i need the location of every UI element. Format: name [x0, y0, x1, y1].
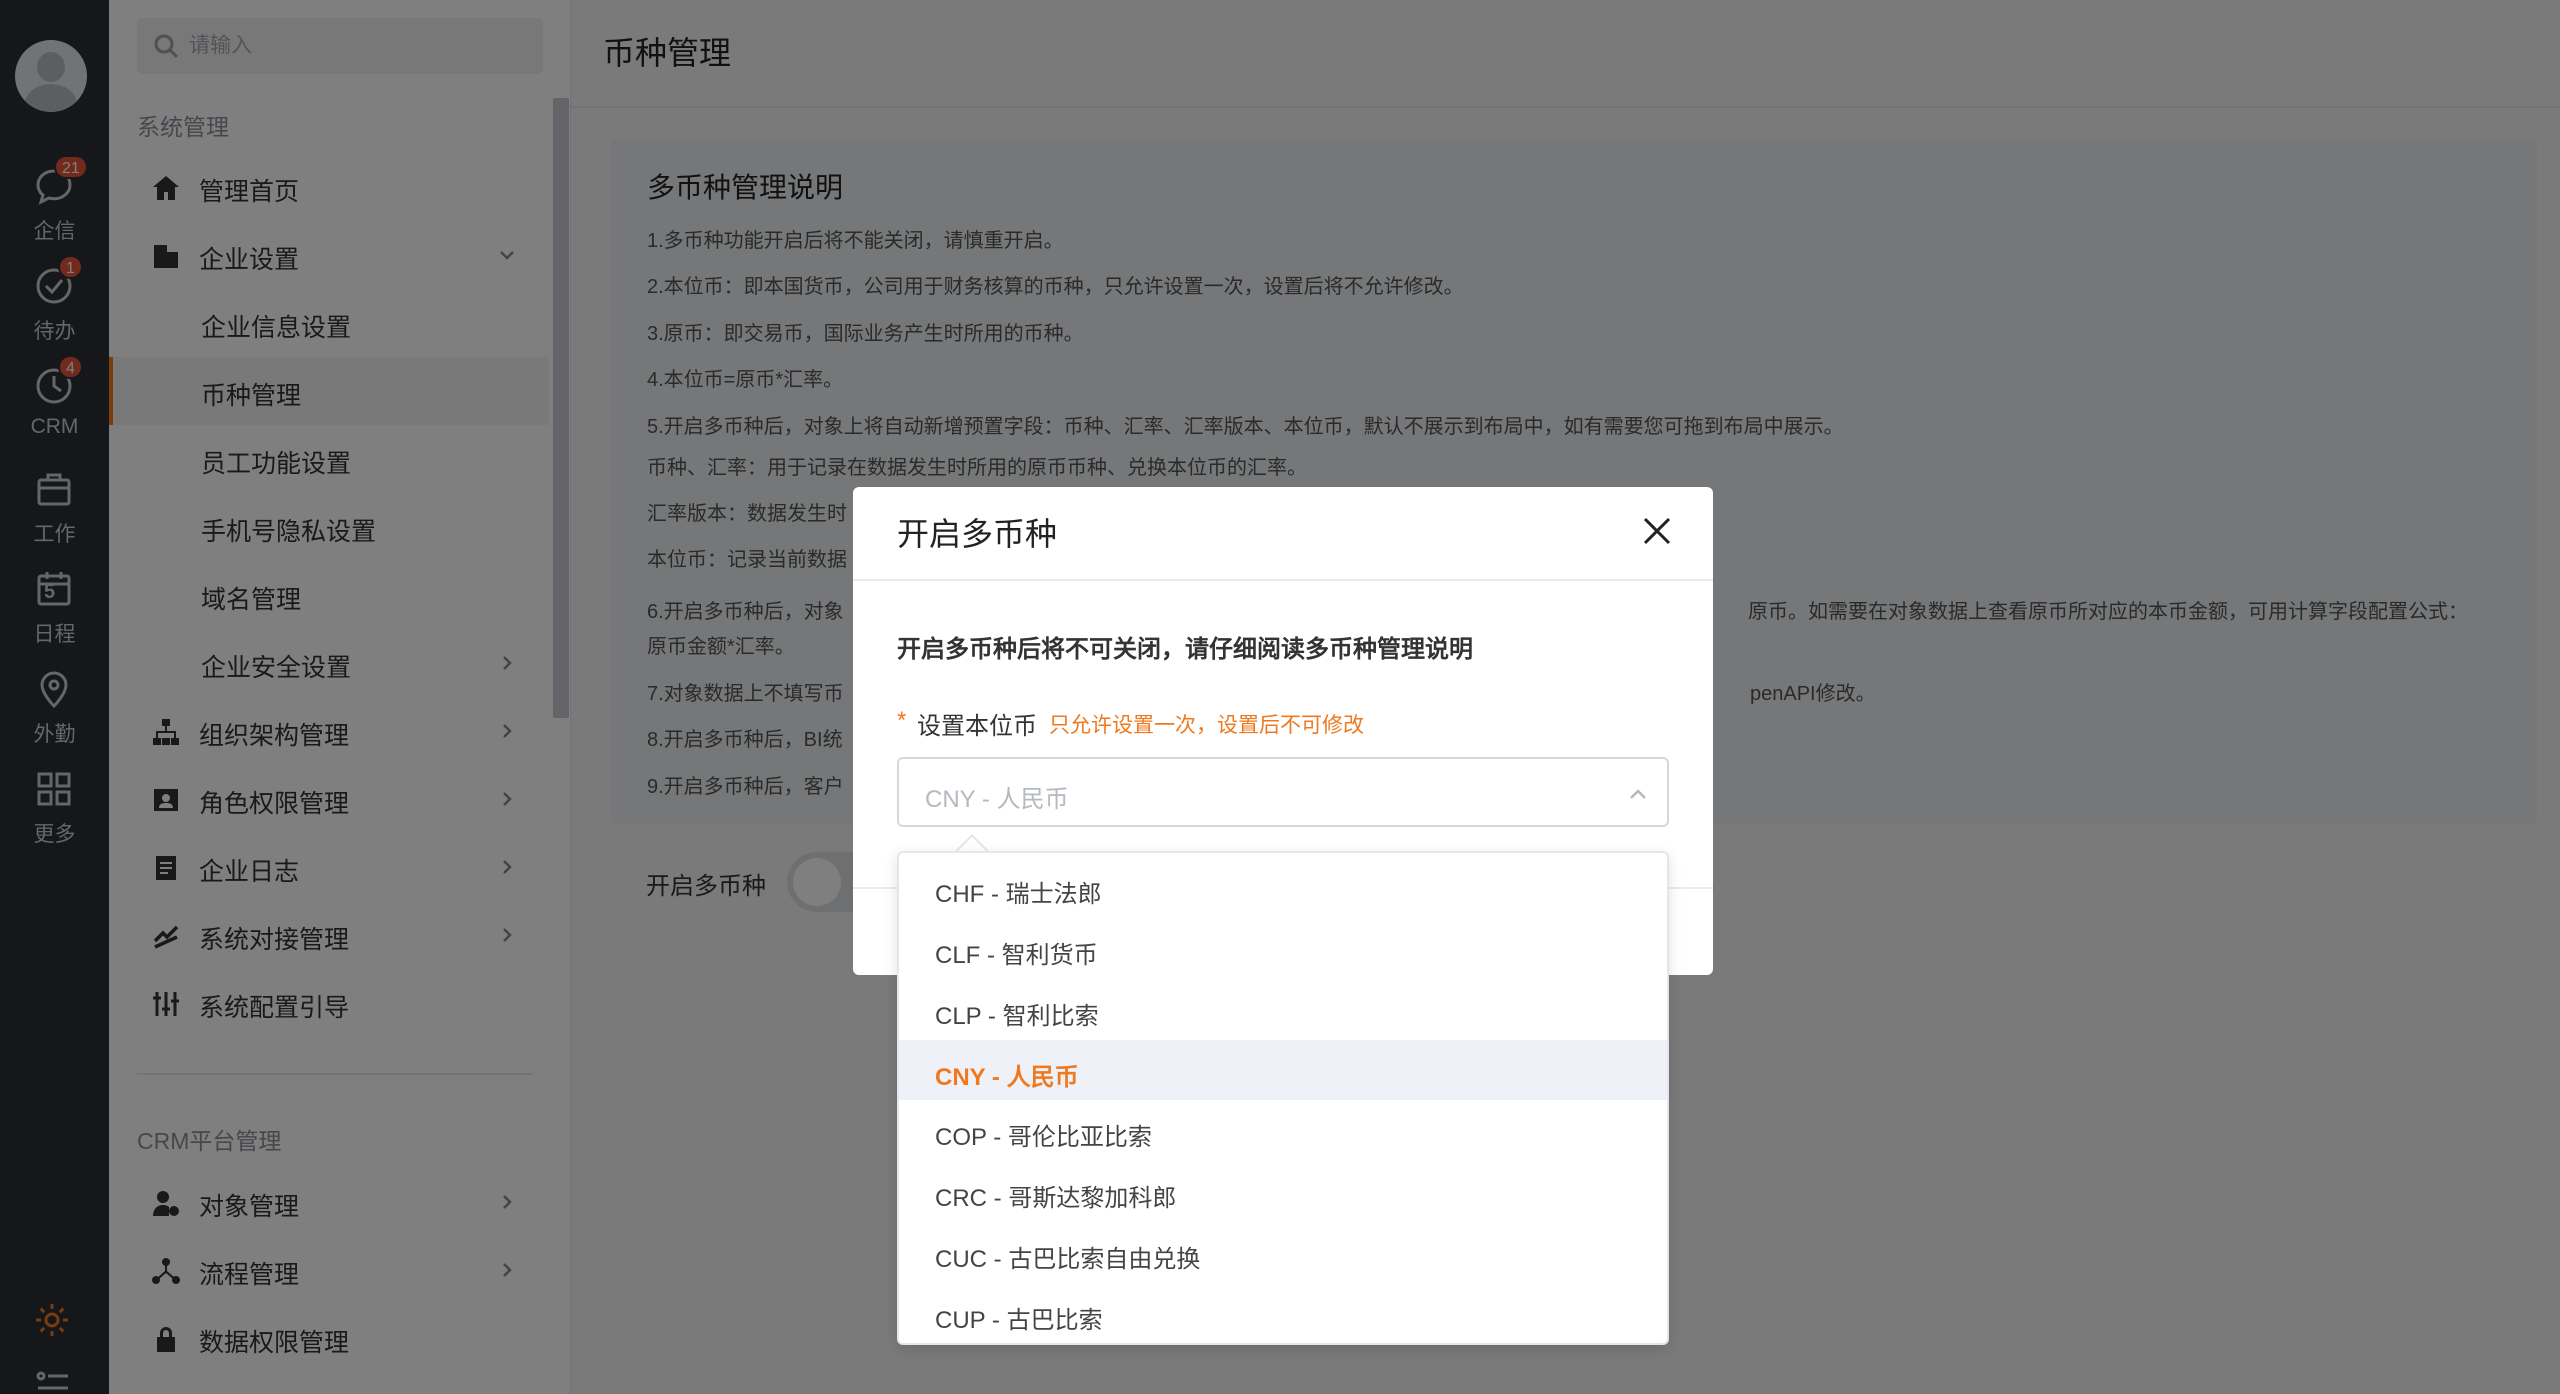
modal-warning: 开启多币种后将不可关闭，请仔细阅读多币种管理说明 — [897, 636, 1473, 663]
currency-dropdown: CHF - 瑞士法郎 CLF - 智利货币 CLP - 智利比索 CNY - 人… — [897, 851, 1669, 1345]
required-mark: * — [897, 707, 907, 734]
close-icon[interactable] — [1637, 511, 1677, 551]
dropdown-option[interactable]: CUP - 古巴比索 — [899, 1283, 1667, 1343]
dropdown-option[interactable]: CLP - 智利比索 — [899, 979, 1667, 1039]
field-label: 设置本位币 — [917, 713, 1037, 740]
modal-header-divider — [853, 579, 1713, 581]
dropdown-option[interactable]: CLF - 智利货币 — [899, 918, 1667, 978]
dropdown-option-selected[interactable]: CNY - 人民币 — [899, 1040, 1667, 1100]
field-hint: 只允许设置一次，设置后不可修改 — [1049, 714, 1364, 737]
modal-title: 开启多币种 — [897, 516, 1058, 552]
dropdown-option[interactable]: CRC - 哥斯达黎加科郎 — [899, 1161, 1667, 1221]
dropdown-option[interactable]: CUC - 古巴比索自由兑换 — [899, 1222, 1667, 1282]
dropdown-option[interactable]: COP - 哥伦比亚比索 — [899, 1100, 1667, 1160]
dropdown-option[interactable]: CHF - 瑞士法郎 — [899, 857, 1667, 917]
chevron-up-icon — [1630, 789, 1646, 799]
base-currency-select[interactable]: CNY - 人民币 — [897, 757, 1669, 827]
select-value: CNY - 人民币 — [925, 786, 1069, 813]
